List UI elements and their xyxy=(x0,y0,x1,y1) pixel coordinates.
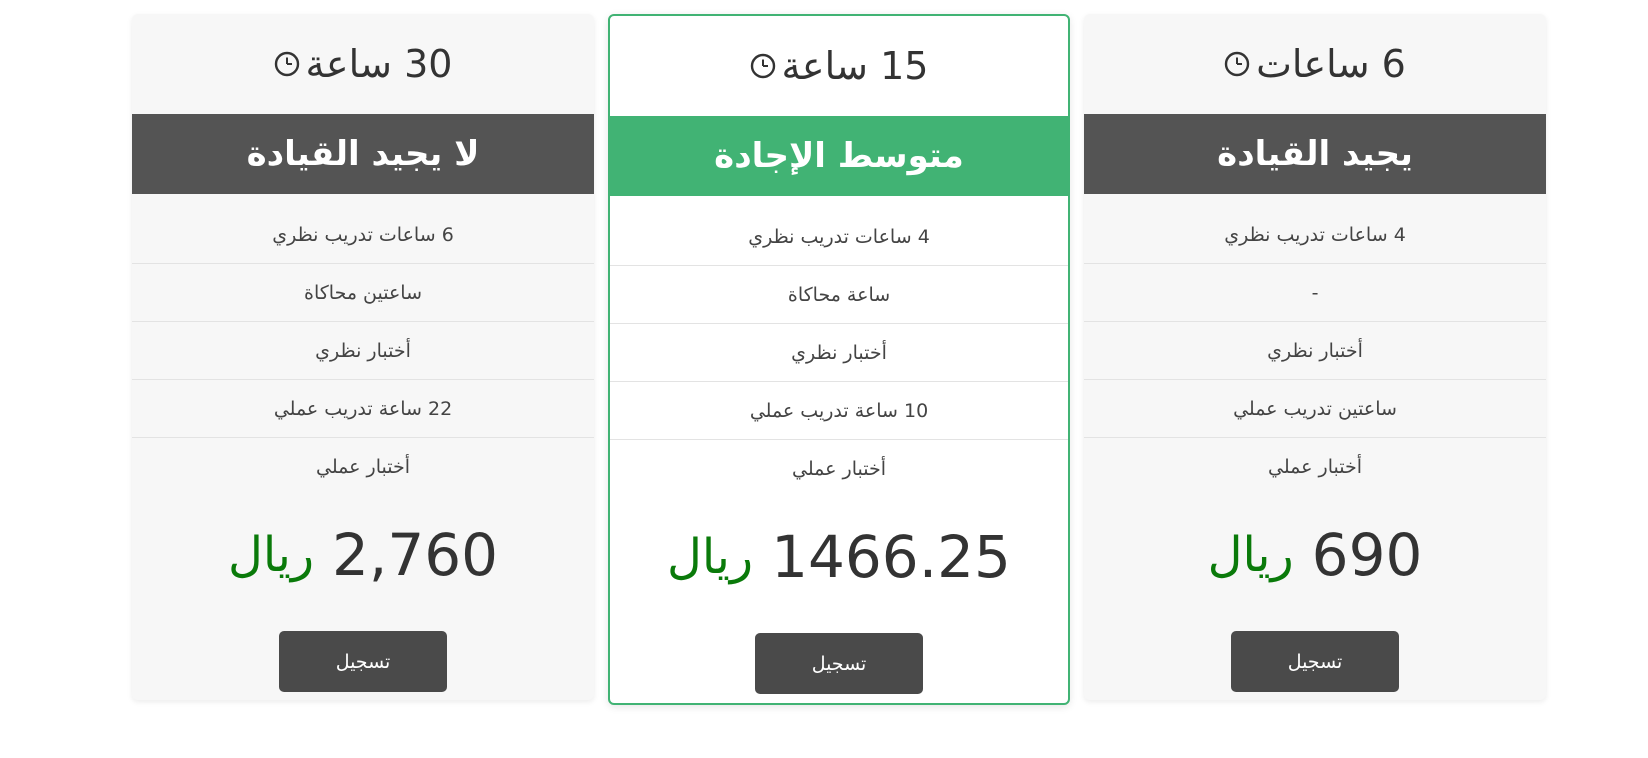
price-amount: 1466.25 xyxy=(771,523,1011,591)
price-amount: 690 xyxy=(1311,521,1423,589)
clock-icon xyxy=(750,53,775,79)
plan-hours-text: 30 ساعة xyxy=(305,42,453,86)
register-button[interactable]: تسجيل xyxy=(279,631,447,692)
plan-feature: أختبار عملي xyxy=(316,455,410,478)
price-amount: 2,760 xyxy=(332,521,499,589)
plan-features: 4 ساعات تدريب نظري ساعة محاكاة أختبار نظ… xyxy=(610,208,1068,497)
plan-price: 2,760 ريال xyxy=(132,495,594,615)
plan-hours: 15 ساعة xyxy=(610,16,1068,116)
price-currency: ريال xyxy=(667,529,754,585)
plan-hours: 30 ساعة xyxy=(132,14,594,114)
plan-feature: أختبار نظري xyxy=(1084,322,1546,380)
plan-feature: 4 ساعات تدريب نظري xyxy=(1084,206,1546,264)
plan-feature: 4 ساعات تدريب نظري xyxy=(610,208,1068,266)
plan-title: لا يجيد القيادة xyxy=(132,114,594,194)
plan-card-6-hours: 6 ساعات يجيد القيادة 4 ساعات تدريب نظري … xyxy=(1084,14,1546,700)
plan-price: 690 ريال xyxy=(1084,495,1546,615)
clock-icon xyxy=(274,51,299,77)
price-currency: ريال xyxy=(1207,527,1294,583)
plan-feature: أختبار نظري xyxy=(132,322,594,380)
plan-feature: - xyxy=(1084,264,1546,322)
plan-feature: أختبار عملي xyxy=(1268,455,1362,478)
plan-feature: 6 ساعات تدريب نظري xyxy=(132,206,594,264)
plan-title: يجيد القيادة xyxy=(1084,114,1546,194)
plan-feature: ساعة محاكاة xyxy=(610,266,1068,324)
plan-features: 6 ساعات تدريب نظري ساعتين محاكاة أختبار … xyxy=(132,206,594,495)
plan-price: 1466.25 ريال xyxy=(610,497,1068,617)
plan-feature: أختبار نظري xyxy=(610,324,1068,382)
clock-icon xyxy=(1224,51,1250,77)
price-currency: ريال xyxy=(227,527,314,583)
plan-hours-text: 6 ساعات xyxy=(1256,42,1406,86)
plan-hours-text: 15 ساعة xyxy=(781,44,929,88)
plan-features: 4 ساعات تدريب نظري - أختبار نظري ساعتين … xyxy=(1084,206,1546,495)
plan-feature: 22 ساعة تدريب عملي xyxy=(132,380,594,438)
register-button[interactable]: تسجيل xyxy=(755,633,923,694)
plan-feature: 10 ساعة تدريب عملي xyxy=(610,382,1068,440)
plan-feature: أختبار عملي xyxy=(792,457,886,480)
plan-title: متوسط الإجادة xyxy=(610,116,1068,196)
plan-feature: ساعتين محاكاة xyxy=(132,264,594,322)
plan-card-30-hours: 30 ساعة لا يجيد القيادة 6 ساعات تدريب نظ… xyxy=(132,14,594,700)
plan-card-15-hours: 15 ساعة متوسط الإجادة 4 ساعات تدريب نظري… xyxy=(608,14,1070,705)
plan-hours: 6 ساعات xyxy=(1084,14,1546,114)
plan-feature: ساعتين تدريب عملي xyxy=(1084,380,1546,438)
register-button[interactable]: تسجيل xyxy=(1231,631,1399,692)
